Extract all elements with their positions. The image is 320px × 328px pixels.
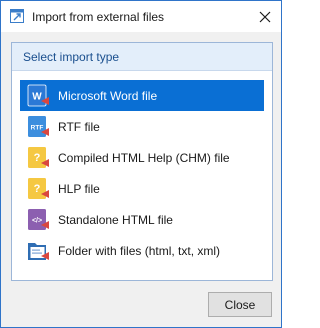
list-item-label: Standalone HTML file [58, 213, 173, 227]
svg-text:</>: </> [32, 218, 42, 225]
close-icon[interactable] [249, 1, 281, 32]
list-item-chm[interactable]: ? Compiled HTML Help (CHM) file [20, 142, 264, 173]
hlp-help-icon: ? [27, 177, 51, 201]
list-item-standalone-html[interactable]: </> Standalone HTML file [20, 204, 264, 235]
list-item-rtf[interactable]: RTF RTF file [20, 111, 264, 142]
window-title: Import from external files [32, 10, 165, 24]
chm-help-icon: ? [27, 146, 51, 170]
list-item-label: Microsoft Word file [58, 89, 158, 103]
group-header: Select import type [12, 43, 272, 71]
app-icon [10, 9, 24, 23]
group-title: Select import type [23, 50, 120, 64]
close-button[interactable]: Close [208, 292, 272, 317]
folder-files-icon [27, 239, 51, 263]
list-item-label: HLP file [58, 182, 100, 196]
list-item-microsoft-word[interactable]: W Microsoft Word file [20, 80, 264, 111]
rtf-doc-icon: RTF [27, 115, 51, 139]
list-item-hlp[interactable]: ? HLP file [20, 173, 264, 204]
svg-text:RTF: RTF [31, 125, 44, 132]
svg-text:W: W [32, 92, 42, 103]
svg-text:?: ? [34, 152, 41, 164]
import-dialog: Import from external files Select import… [0, 0, 282, 328]
import-type-group: Select import type W Microsoft Word file [11, 42, 273, 281]
title-bar[interactable]: Import from external files [1, 1, 281, 32]
list-item-label: Compiled HTML Help (CHM) file [58, 151, 230, 165]
html-code-icon: </> [27, 208, 51, 232]
list-item-folder[interactable]: Folder with files (html, txt, xml) [20, 235, 264, 266]
list-item-label: Folder with files (html, txt, xml) [58, 244, 221, 258]
list-item-label: RTF file [58, 120, 100, 134]
import-type-list: W Microsoft Word file RTF RTF file ? Com… [20, 80, 264, 266]
svg-text:?: ? [34, 183, 41, 195]
word-doc-icon: W [27, 84, 51, 108]
